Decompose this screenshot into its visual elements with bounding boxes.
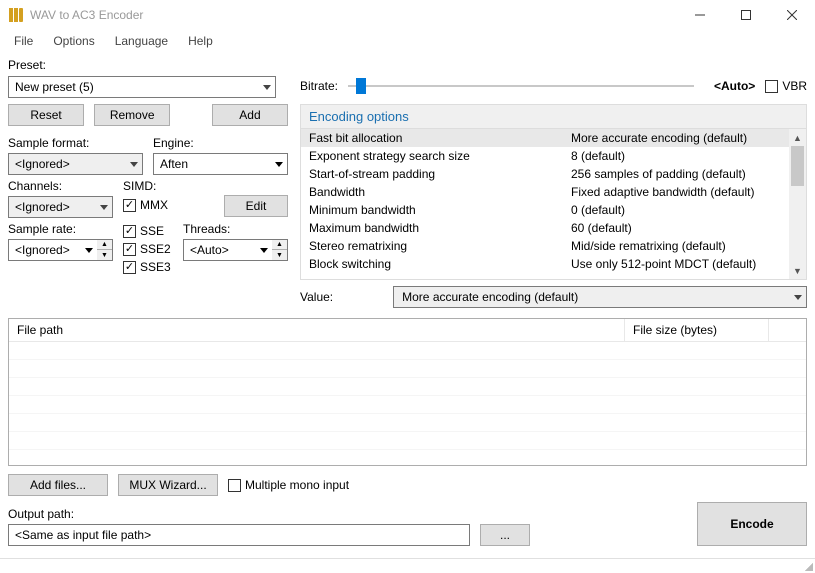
titlebar: WAV to AC3 Encoder [0,0,815,30]
scroll-thumb[interactable] [791,146,804,186]
bitrate-slider[interactable] [348,76,694,96]
filelist-body [9,342,806,450]
value-label: Value: [300,290,333,304]
menu-file[interactable]: File [4,32,43,50]
sample-format-combo[interactable]: <Ignored> [8,153,143,175]
threads-spinner[interactable]: ▲▼ [272,239,288,261]
filelist-col-size[interactable]: File size (bytes) [625,319,769,341]
sse2-checkbox[interactable]: SSE2 [123,240,173,258]
resize-grip-icon[interactable] [799,559,815,573]
mmx-checkbox[interactable]: MMX [123,196,173,214]
mux-wizard-button[interactable]: MUX Wizard... [118,474,218,496]
preset-select[interactable]: New preset (5) [8,76,276,98]
app-icon [8,7,24,23]
sample-rate-spinner[interactable]: ▲▼ [97,239,113,261]
value-combo[interactable]: More accurate encoding (default) [393,286,807,308]
table-row [9,378,806,396]
threads-combo[interactable]: <Auto> ▲▼ [183,239,288,261]
table-row [9,396,806,414]
chevron-down-icon [130,162,138,167]
add-button[interactable]: Add [212,104,288,126]
encoding-options-header: Encoding options [300,104,807,128]
scroll-up-icon[interactable]: ▲ [789,129,806,146]
edit-button[interactable]: Edit [224,195,288,217]
statusbar [0,558,815,572]
close-button[interactable] [769,0,815,30]
table-row [9,360,806,378]
sample-rate-combo[interactable]: <Ignored> ▲▼ [8,239,113,261]
minimize-button[interactable] [677,0,723,30]
encoding-options-list[interactable]: Fast bit allocationMore accurate encodin… [300,128,807,280]
add-files-button[interactable]: Add files... [8,474,108,496]
chevron-down-icon [263,85,271,90]
threads-label: Threads: [183,222,288,236]
preset-label: Preset: [8,58,807,72]
filelist-col-spacer [769,319,806,341]
option-row[interactable]: Minimum bandwidth0 (default) [301,201,806,219]
menu-help[interactable]: Help [178,32,223,50]
sse3-checkbox[interactable]: SSE3 [123,258,173,276]
bitrate-label: Bitrate: [300,79,338,93]
chevron-down-icon [794,295,802,300]
options-scrollbar[interactable]: ▲ ▼ [789,129,806,279]
menubar: File Options Language Help [0,30,815,52]
file-list[interactable]: File path File size (bytes) [8,318,807,466]
chevron-down-icon [260,248,268,253]
menu-options[interactable]: Options [43,32,104,50]
maximize-button[interactable] [723,0,769,30]
engine-combo[interactable]: Aften [153,153,288,175]
channels-label: Channels: [8,179,113,193]
vbr-checkbox[interactable]: VBR [765,77,807,95]
output-path-input[interactable]: <Same as input file path> [8,524,470,546]
bitrate-value: <Auto> [714,79,755,93]
option-row[interactable]: Start-of-stream padding256 samples of pa… [301,165,806,183]
filelist-col-path[interactable]: File path [9,319,625,341]
option-row[interactable]: Stereo rematrixingMid/side rematrixing (… [301,237,806,255]
option-row[interactable]: BandwidthFixed adaptive bandwidth (defau… [301,183,806,201]
remove-button[interactable]: Remove [94,104,170,126]
chevron-down-icon [85,248,93,253]
engine-label: Engine: [153,136,288,150]
reset-button[interactable]: Reset [8,104,84,126]
sample-rate-label: Sample rate: [8,222,113,236]
window-title: WAV to AC3 Encoder [30,8,677,22]
channels-combo[interactable]: <Ignored> [8,196,113,218]
option-row[interactable]: Maximum bandwidth60 (default) [301,219,806,237]
menu-language[interactable]: Language [105,32,178,50]
chevron-down-icon [275,162,283,167]
chevron-down-icon [100,205,108,210]
sample-format-label: Sample format: [8,136,143,150]
option-row[interactable]: Fast bit allocationMore accurate encodin… [301,129,806,147]
option-row[interactable]: Block switchingUse only 512-point MDCT (… [301,255,806,273]
encode-button[interactable]: Encode [697,502,807,546]
table-row [9,342,806,360]
scroll-down-icon[interactable]: ▼ [789,262,806,279]
output-path-label: Output path: [8,507,679,521]
table-row [9,432,806,450]
simd-label: SIMD: [123,179,173,193]
sse-checkbox[interactable]: SSE [123,222,173,240]
table-row [9,414,806,432]
browse-output-button[interactable]: ... [480,524,530,546]
multiple-mono-checkbox[interactable]: Multiple mono input [228,476,349,494]
option-row[interactable]: Exponent strategy search size8 (default) [301,147,806,165]
preset-value: New preset (5) [15,80,94,94]
